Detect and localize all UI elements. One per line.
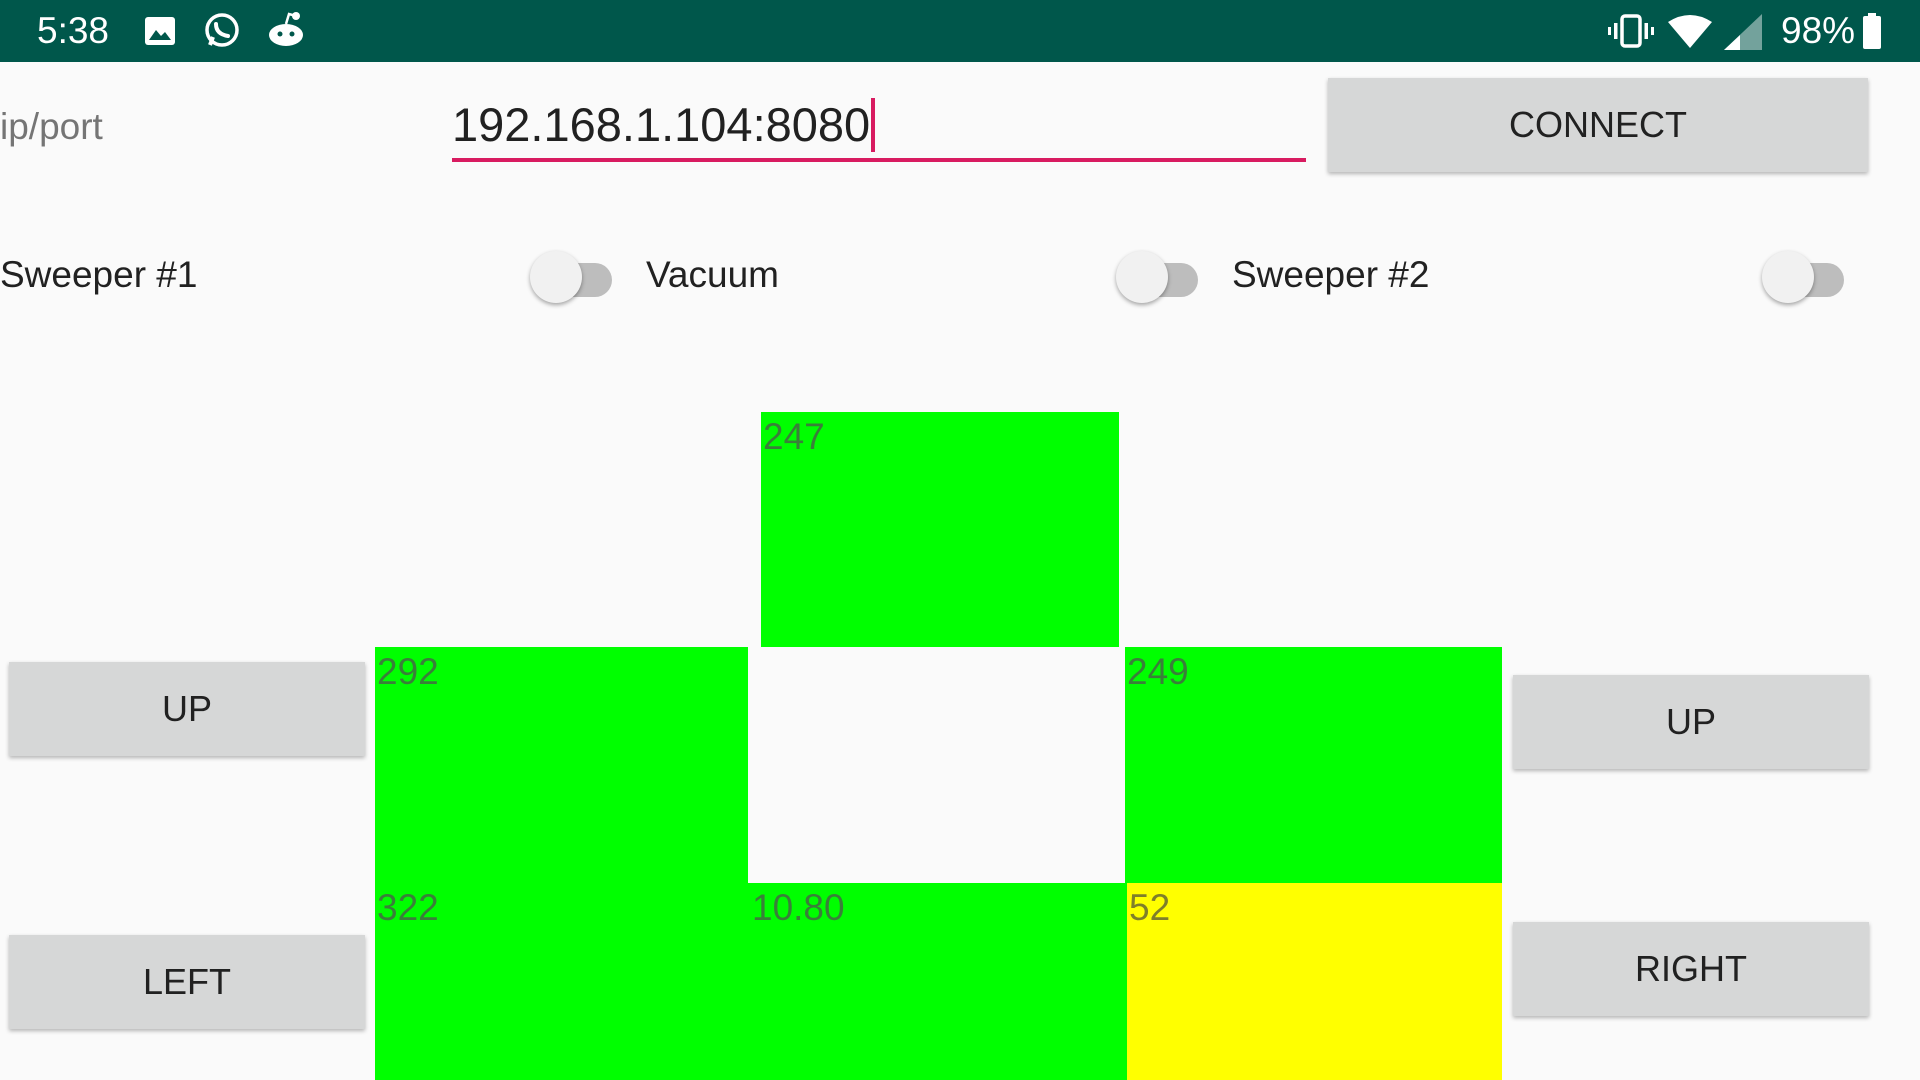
right-up-button[interactable]: UP	[1513, 675, 1869, 769]
status-time: 5:38	[37, 10, 110, 51]
input-underline	[452, 158, 1306, 162]
status-bar: 5:38 98%	[0, 0, 1920, 62]
vacuum-label: Vacuum	[646, 254, 779, 295]
sensor-bottom-left: 322	[375, 883, 748, 1080]
sensor-bottom-right: 52	[1127, 883, 1502, 1080]
cell-signal-icon	[1722, 14, 1764, 55]
sweeper-2-toggle[interactable]	[1762, 249, 1854, 305]
image-icon	[144, 16, 176, 51]
sensor-bottom-center-value: 10.80	[752, 887, 845, 928]
sensor-mid-left: 292	[375, 647, 748, 883]
right-button[interactable]: RIGHT	[1513, 922, 1869, 1016]
battery-icon	[1862, 13, 1882, 54]
sensor-mid-right: 249	[1125, 647, 1502, 883]
wifi-icon	[1668, 14, 1712, 53]
left-up-button[interactable]: UP	[9, 662, 365, 756]
sensor-bottom-left-value: 322	[377, 887, 439, 928]
vibrate-icon	[1608, 14, 1654, 53]
sweeper-1-toggle[interactable]	[530, 249, 622, 305]
reddit-icon	[266, 10, 306, 53]
sensor-mid-left-value: 292	[377, 651, 439, 692]
sweeper-2-label: Sweeper #2	[1232, 254, 1430, 295]
sensor-top-value: 247	[763, 416, 825, 457]
left-button[interactable]: LEFT	[9, 935, 365, 1029]
ip-port-value: 192.168.1.104:8080	[452, 98, 871, 151]
sensor-bottom-right-value: 52	[1129, 887, 1171, 928]
sensor-bottom-center: 10.80	[748, 883, 1127, 1080]
whatsapp-icon	[203, 12, 241, 55]
vacuum-toggle[interactable]	[1116, 249, 1208, 305]
ip-port-label: ip/port	[0, 106, 103, 147]
text-cursor	[871, 98, 876, 152]
ip-port-input[interactable]: 192.168.1.104:8080	[452, 92, 1306, 162]
sensor-top: 247	[761, 412, 1119, 647]
sensor-mid-right-value: 249	[1127, 651, 1189, 692]
battery-percent: 98%	[1781, 10, 1856, 51]
connect-button[interactable]: CONNECT	[1328, 78, 1868, 172]
sweeper-1-label: Sweeper #1	[0, 254, 198, 295]
